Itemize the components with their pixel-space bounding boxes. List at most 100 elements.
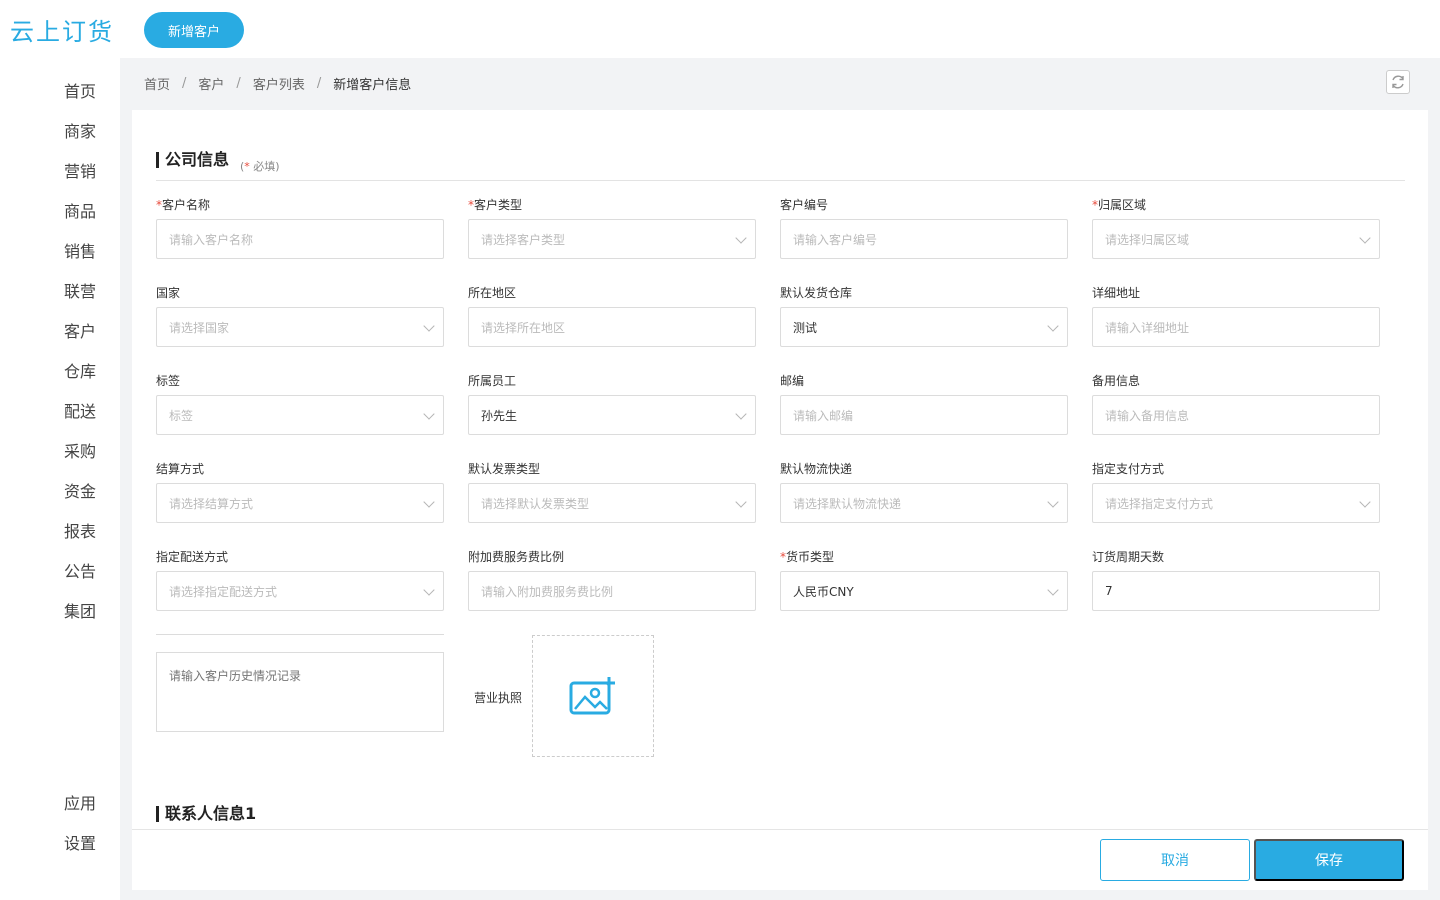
sidebar-item-joint[interactable]: 联营 (0, 270, 120, 310)
breadcrumb-home[interactable]: 首页 (144, 74, 170, 93)
sidebar-item-merchant[interactable]: 商家 (0, 110, 120, 150)
history-divider (156, 634, 444, 635)
field-placeholder: 请输入客户名称 (169, 232, 254, 247)
refresh-button[interactable] (1386, 70, 1410, 94)
sidebar: 首页 商家 营销 商品 销售 联营 客户 仓库 配送 采购 资金 报表 公告 集团应用 设置 (0, 58, 120, 900)
sidebar-item-apps[interactable]: 应用 (0, 782, 120, 822)
field-label: 默认物流快递 (780, 460, 852, 477)
breadcrumb-customer[interactable]: 客户 (198, 74, 224, 93)
breadcrumb-current: 新增客户信息 (333, 78, 412, 93)
text-input[interactable]: 请输入备用信息 (1092, 395, 1380, 435)
select-field[interactable]: 请选择指定配送方式 (156, 571, 444, 611)
field-label: 所在地区 (468, 284, 516, 301)
field-placeholder: 请选择结算方式 (169, 496, 254, 511)
field-label-text: 结算方式 (156, 462, 205, 476)
field-label-text: 所属员工 (468, 374, 517, 388)
breadcrumb-customer-list[interactable]: 客户列表 (253, 74, 305, 93)
breadcrumb-separator: / (236, 76, 241, 91)
app-logo[interactable]: 云上订货 (10, 12, 114, 47)
field-label-text: 客户编号 (780, 198, 829, 212)
chevron-down-icon (1047, 584, 1059, 596)
text-input[interactable]: 请输入邮编 (780, 395, 1068, 435)
sidebar-item-delivery[interactable]: 配送 (0, 390, 120, 430)
select-field[interactable]: 请选择国家 (156, 307, 444, 347)
save-button[interactable]: 保存 (1254, 839, 1404, 881)
chevron-down-icon (423, 584, 435, 596)
text-input[interactable]: 请输入客户名称 (156, 219, 444, 259)
text-input[interactable]: 请输入附加费服务费比例 (468, 571, 756, 611)
field-label: 标签 (156, 372, 180, 389)
chevron-down-icon (735, 232, 747, 244)
field-placeholder: 请选择国家 (169, 320, 230, 335)
field-placeholder: 请选择默认物流快递 (793, 496, 902, 511)
sidebar-item-marketing[interactable]: 营销 (0, 150, 120, 190)
field-label-text: 邮编 (780, 374, 805, 388)
sidebar-item-funds[interactable]: 资金 (0, 470, 120, 510)
breadcrumb-separator: / (182, 76, 187, 91)
field-placeholder: 请输入附加费服务费比例 (481, 584, 614, 599)
select-field[interactable]: 人民币CNY (780, 571, 1068, 611)
text-input[interactable]: 请输入客户编号 (780, 219, 1068, 259)
field-placeholder: 请选择指定配送方式 (169, 584, 278, 599)
field-label: *货币类型 (780, 548, 834, 565)
text-input[interactable]: 请输入详细地址 (1092, 307, 1380, 347)
field-placeholder: 请输入客户编号 (793, 232, 878, 247)
select-field[interactable]: 测试 (780, 307, 1068, 347)
select-field[interactable]: 标签 (156, 395, 444, 435)
field-label: 指定支付方式 (1092, 460, 1164, 477)
chevron-down-icon (735, 496, 747, 508)
sidebar-item-reports[interactable]: 报表 (0, 510, 120, 550)
select-field[interactable]: 请选择指定支付方式 (1092, 483, 1380, 523)
sidebar-item-notice[interactable]: 公告 (0, 550, 120, 590)
field-value: 测试 (793, 320, 818, 335)
license-upload[interactable] (532, 635, 654, 757)
sidebar-item-purchase[interactable]: 采购 (0, 430, 120, 470)
field-label-text: 订货周期天数 (1092, 550, 1165, 564)
sidebar-item-customer[interactable]: 客户 (0, 310, 120, 350)
contact-info-title: 联系人信息1 (156, 806, 256, 822)
sidebar-item-sales[interactable]: 销售 (0, 230, 120, 270)
chevron-down-icon (1047, 320, 1059, 332)
field-label: 默认发货仓库 (780, 284, 852, 301)
field-label-text: 货币类型 (786, 550, 835, 564)
sidebar-item-group[interactable]: 集团 (0, 590, 120, 630)
history-textarea[interactable] (156, 652, 444, 732)
breadcrumb: 首页 / 客户 / 客户列表 / 新增客户信息 (144, 74, 411, 93)
required-hint-text: 必填 (249, 160, 276, 173)
field-label-text: 客户类型 (474, 198, 523, 212)
field-label-text: 详细地址 (1092, 286, 1141, 300)
sidebar-item-home[interactable]: 首页 (0, 70, 120, 110)
select-field[interactable]: 请选择归属区域 (1092, 219, 1380, 259)
sidebar-item-warehouse[interactable]: 仓库 (0, 350, 120, 390)
field-label: *客户名称 (156, 196, 210, 213)
new-customer-button[interactable]: 新增客户 (144, 12, 244, 48)
select-field[interactable]: 孙先生 (468, 395, 756, 435)
sidebar-item-settings[interactable]: 设置 (0, 822, 120, 862)
add-image-icon (569, 677, 615, 715)
select-field[interactable]: 请选择默认物流快递 (780, 483, 1068, 523)
field-label: 附加费服务费比例 (468, 548, 564, 565)
field-label-text: 国家 (156, 286, 181, 300)
field-placeholder: 请选择所在地区 (481, 320, 566, 335)
field-placeholder: 请输入备用信息 (1105, 408, 1190, 423)
sidebar-item-product[interactable]: 商品 (0, 190, 120, 230)
field-label-text: 附加费服务费比例 (468, 550, 565, 564)
text-input[interactable]: 请选择所在地区 (468, 307, 756, 347)
field-label: 详细地址 (1092, 284, 1140, 301)
breadcrumb-separator: / (316, 76, 322, 91)
refresh-icon (1392, 75, 1404, 89)
field-label-text: 指定支付方式 (1092, 462, 1165, 476)
cancel-button[interactable]: 取消 (1100, 839, 1250, 881)
field-placeholder: 请选择默认发票类型 (481, 496, 590, 511)
select-field[interactable]: 请选择客户类型 (468, 219, 756, 259)
field-label-text: 客户名称 (162, 198, 211, 212)
field-label: *客户类型 (468, 196, 522, 213)
field-label-text: 标签 (156, 374, 181, 388)
field-label-text: 备用信息 (1092, 374, 1141, 388)
select-field[interactable]: 请选择结算方式 (156, 483, 444, 523)
field-placeholder: 标签 (169, 408, 194, 423)
field-label-text: 默认发票类型 (468, 462, 541, 476)
field-label-text: 指定配送方式 (156, 550, 229, 564)
text-input[interactable]: 7 (1092, 571, 1380, 611)
select-field[interactable]: 请选择默认发票类型 (468, 483, 756, 523)
